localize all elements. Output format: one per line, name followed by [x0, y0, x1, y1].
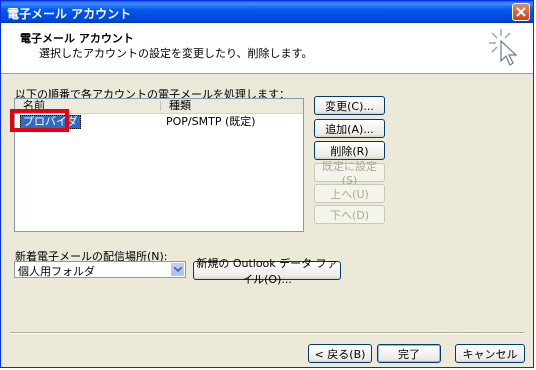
back-button[interactable]: < 戻る(B)	[308, 344, 372, 363]
move-down-button[interactable]: 下へ(D)	[314, 205, 385, 224]
finish-button[interactable]: 完了	[377, 344, 441, 363]
title-bar[interactable]: 電子メール アカウント	[1, 1, 533, 23]
change-button[interactable]: 変更(C)...	[314, 96, 385, 115]
dropdown-arrow-icon	[173, 267, 182, 272]
cancel-button[interactable]: キャンセル	[455, 344, 525, 363]
set-default-button[interactable]: 既定に設定(S)	[314, 160, 385, 187]
wizard-sparkle-icon	[489, 29, 518, 66]
dialog-window: 電子メール アカウント 電子メール アカウント 選択したアカウントの設定を変更し…	[0, 0, 534, 368]
column-header-type[interactable]: 種類	[161, 99, 303, 113]
dropdown-button[interactable]	[171, 263, 184, 276]
wizard-header: 電子メール アカウント 選択したアカウントの設定を変更したり、削除します。	[1, 23, 533, 74]
account-type-cell: POP/SMTP (既定)	[166, 115, 256, 128]
delivery-location-value: 個人用フォルダ	[18, 265, 95, 278]
new-data-file-button[interactable]: 新規の Outlook データ ファイル(O)...	[193, 257, 341, 286]
footer-divider	[10, 332, 524, 334]
window-title: 電子メール アカウント	[7, 7, 132, 21]
highlight-box	[10, 109, 69, 132]
header-description: 選択したアカウントの設定を変更したり、削除します。	[39, 47, 313, 60]
move-up-button[interactable]: 上へ(U)	[314, 184, 385, 203]
delivery-location-select[interactable]: 個人用フォルダ	[14, 261, 186, 278]
close-button[interactable]	[512, 3, 530, 21]
header-title: 電子メール アカウント	[20, 32, 134, 45]
add-button[interactable]: 追加(A)...	[314, 119, 385, 138]
close-icon	[516, 7, 526, 17]
